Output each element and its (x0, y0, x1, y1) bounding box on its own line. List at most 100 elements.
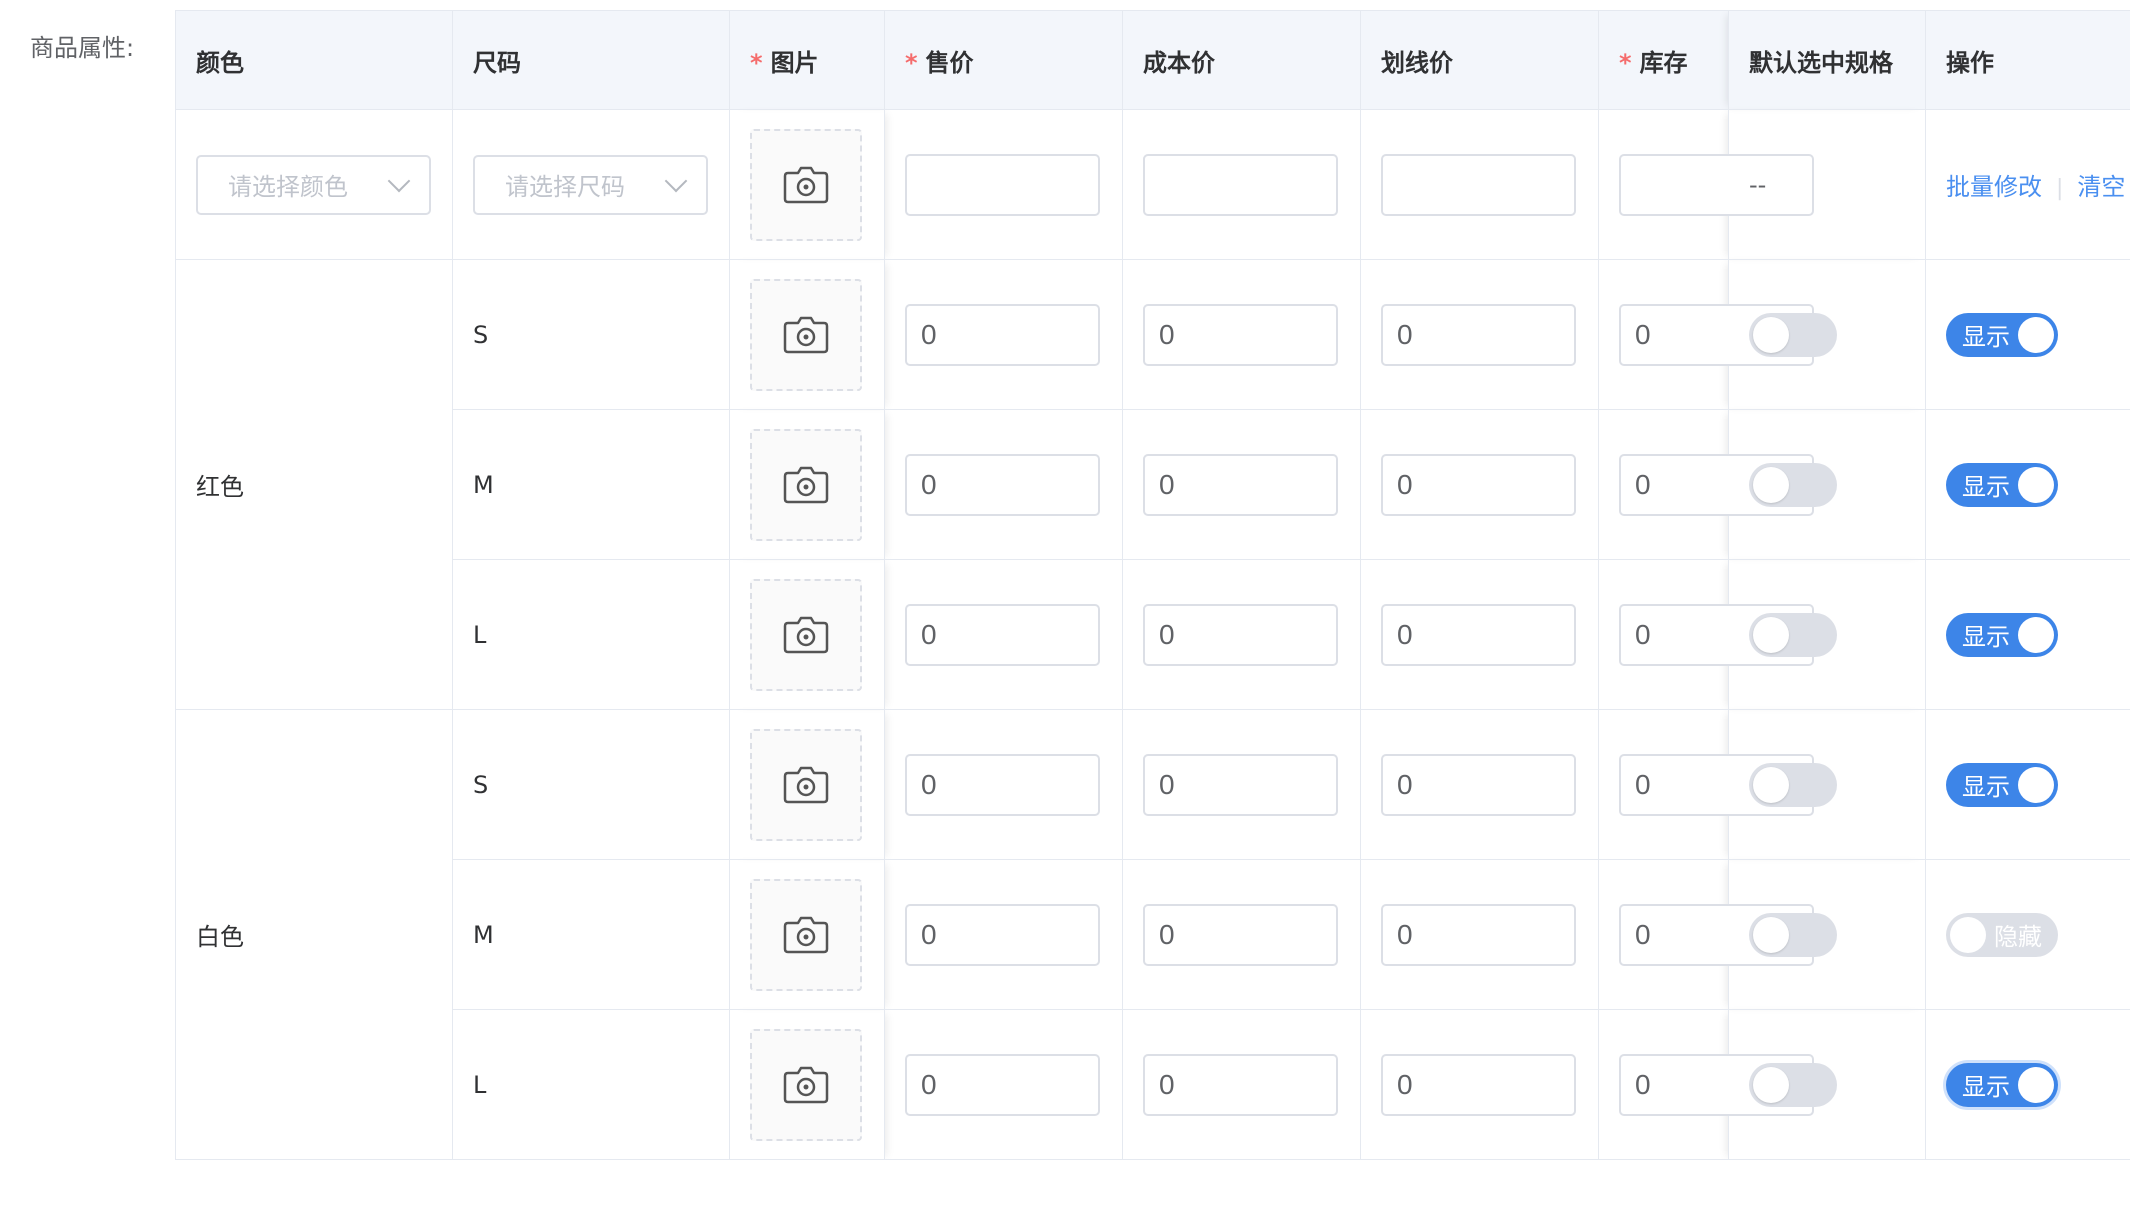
ops-cell: 显示 (1925, 259, 2130, 410)
price-input[interactable] (905, 903, 1100, 966)
camera-icon (783, 316, 829, 353)
visibility-toggle[interactable]: 显示 (1946, 1062, 2058, 1107)
toggle-knob (2018, 1066, 2054, 1103)
cost-cell (1122, 559, 1361, 710)
stock-cell (1598, 859, 1814, 1010)
list-price-input[interactable] (1381, 1053, 1576, 1116)
image-upload[interactable] (750, 1028, 862, 1141)
batch-image-cell (729, 109, 885, 260)
table-row: 白色 S 显示 (175, 709, 2130, 1160)
required-mark: * (750, 48, 763, 77)
visibility-label: 显示 (1962, 323, 2010, 351)
color-value: 白色 (196, 923, 244, 951)
stock-cell (1598, 259, 1814, 410)
size-cell: L (452, 559, 730, 710)
batch-ops-cell: 批量修改 | 清空 (1925, 109, 2130, 260)
batch-list-price-input[interactable] (1381, 153, 1576, 216)
table-row: L 显示 (176, 559, 2130, 710)
toggle-knob (1753, 466, 1789, 503)
image-cell (729, 259, 885, 410)
ops-cell: 显示 (1925, 709, 2130, 860)
batch-edit-link[interactable]: 批量修改 (1946, 173, 2042, 201)
price-input[interactable] (905, 603, 1100, 666)
visibility-toggle[interactable]: 隐藏 (1946, 912, 2058, 957)
price-cell (884, 1009, 1123, 1160)
stock-cell (1598, 1009, 1814, 1160)
default-spec-toggle[interactable] (1749, 1062, 1837, 1107)
list-price-input[interactable] (1381, 903, 1576, 966)
camera-icon (783, 466, 829, 503)
camera-icon (783, 166, 829, 203)
default-spec-toggle[interactable] (1749, 312, 1837, 357)
list-price-cell (1360, 409, 1599, 560)
image-upload[interactable] (750, 428, 862, 541)
cost-input[interactable] (1143, 453, 1338, 516)
batch-edit-row: 请选择颜色 请选择尺码 -- 批量修改 | 清空 (175, 109, 2130, 260)
list-price-input[interactable] (1381, 753, 1576, 816)
image-cell (729, 559, 885, 710)
link-separator: | (2056, 176, 2064, 201)
list-price-input[interactable] (1381, 303, 1576, 366)
camera-icon (783, 766, 829, 803)
list-price-cell (1360, 559, 1599, 710)
batch-stock-input[interactable] (1619, 153, 1814, 216)
ops-cell: 显示 (1925, 409, 2130, 560)
stock-cell (1598, 709, 1814, 860)
cost-input[interactable] (1143, 303, 1338, 366)
col-header-ops: 操作 (1925, 10, 2130, 110)
cost-input[interactable] (1143, 753, 1338, 816)
batch-price-cell (884, 109, 1123, 260)
visibility-toggle[interactable]: 显示 (1946, 762, 2058, 807)
required-mark: * (1619, 48, 1632, 77)
image-upload[interactable] (750, 728, 862, 841)
default-spec-toggle[interactable] (1749, 912, 1837, 957)
cost-cell (1122, 409, 1361, 560)
price-input[interactable] (905, 1053, 1100, 1116)
batch-cost-input[interactable] (1143, 153, 1338, 216)
visibility-toggle[interactable]: 显示 (1946, 612, 2058, 657)
toggle-knob (1753, 616, 1789, 653)
table-row: M 显示 (176, 409, 2130, 560)
image-upload[interactable] (750, 128, 862, 241)
cost-input[interactable] (1143, 603, 1338, 666)
image-upload[interactable] (750, 878, 862, 991)
price-input[interactable] (905, 303, 1100, 366)
list-price-input[interactable] (1381, 603, 1576, 666)
table-row: 红色 S 显示 (175, 259, 2130, 710)
chevron-down-icon (387, 169, 411, 192)
list-price-input[interactable] (1381, 453, 1576, 516)
col-header-color: 颜色 (175, 10, 453, 110)
camera-icon (783, 616, 829, 653)
size-select[interactable]: 请选择尺码 (473, 154, 708, 215)
chevron-down-icon (664, 169, 688, 192)
size-value: S (473, 770, 489, 799)
cost-input[interactable] (1143, 903, 1338, 966)
size-value: M (473, 470, 494, 499)
camera-icon (783, 1066, 829, 1103)
image-upload[interactable] (750, 278, 862, 391)
default-spec-toggle[interactable] (1749, 612, 1837, 657)
batch-price-input[interactable] (905, 153, 1100, 216)
sku-table-viewport[interactable]: 颜色 尺码 * 图片 * 售价 成本价 划线价 * 库存 默认选中规格 操作 请选择颜… (175, 10, 2130, 1160)
default-spec-toggle[interactable] (1749, 762, 1837, 807)
color-cell: 红色 (175, 259, 453, 710)
image-cell (729, 1009, 885, 1160)
batch-cost-cell (1122, 109, 1361, 260)
table-header-row: 颜色 尺码 * 图片 * 售价 成本价 划线价 * 库存 默认选中规格 操作 (175, 10, 2130, 110)
price-cell (884, 409, 1123, 560)
default-spec-toggle[interactable] (1749, 462, 1837, 507)
ops-cell: 显示 (1925, 559, 2130, 710)
cost-input[interactable] (1143, 1053, 1338, 1116)
batch-stock-cell (1598, 109, 1814, 260)
image-upload[interactable] (750, 578, 862, 691)
price-input[interactable] (905, 753, 1100, 816)
price-input[interactable] (905, 453, 1100, 516)
size-cell: L (452, 1009, 730, 1160)
camera-icon (783, 916, 829, 953)
visibility-label: 显示 (1962, 623, 2010, 651)
clear-link[interactable]: 清空 (2077, 173, 2125, 201)
visibility-toggle[interactable]: 显示 (1946, 462, 2058, 507)
visibility-toggle[interactable]: 显示 (1946, 312, 2058, 357)
required-mark: * (905, 48, 918, 77)
color-select[interactable]: 请选择颜色 (196, 154, 431, 215)
